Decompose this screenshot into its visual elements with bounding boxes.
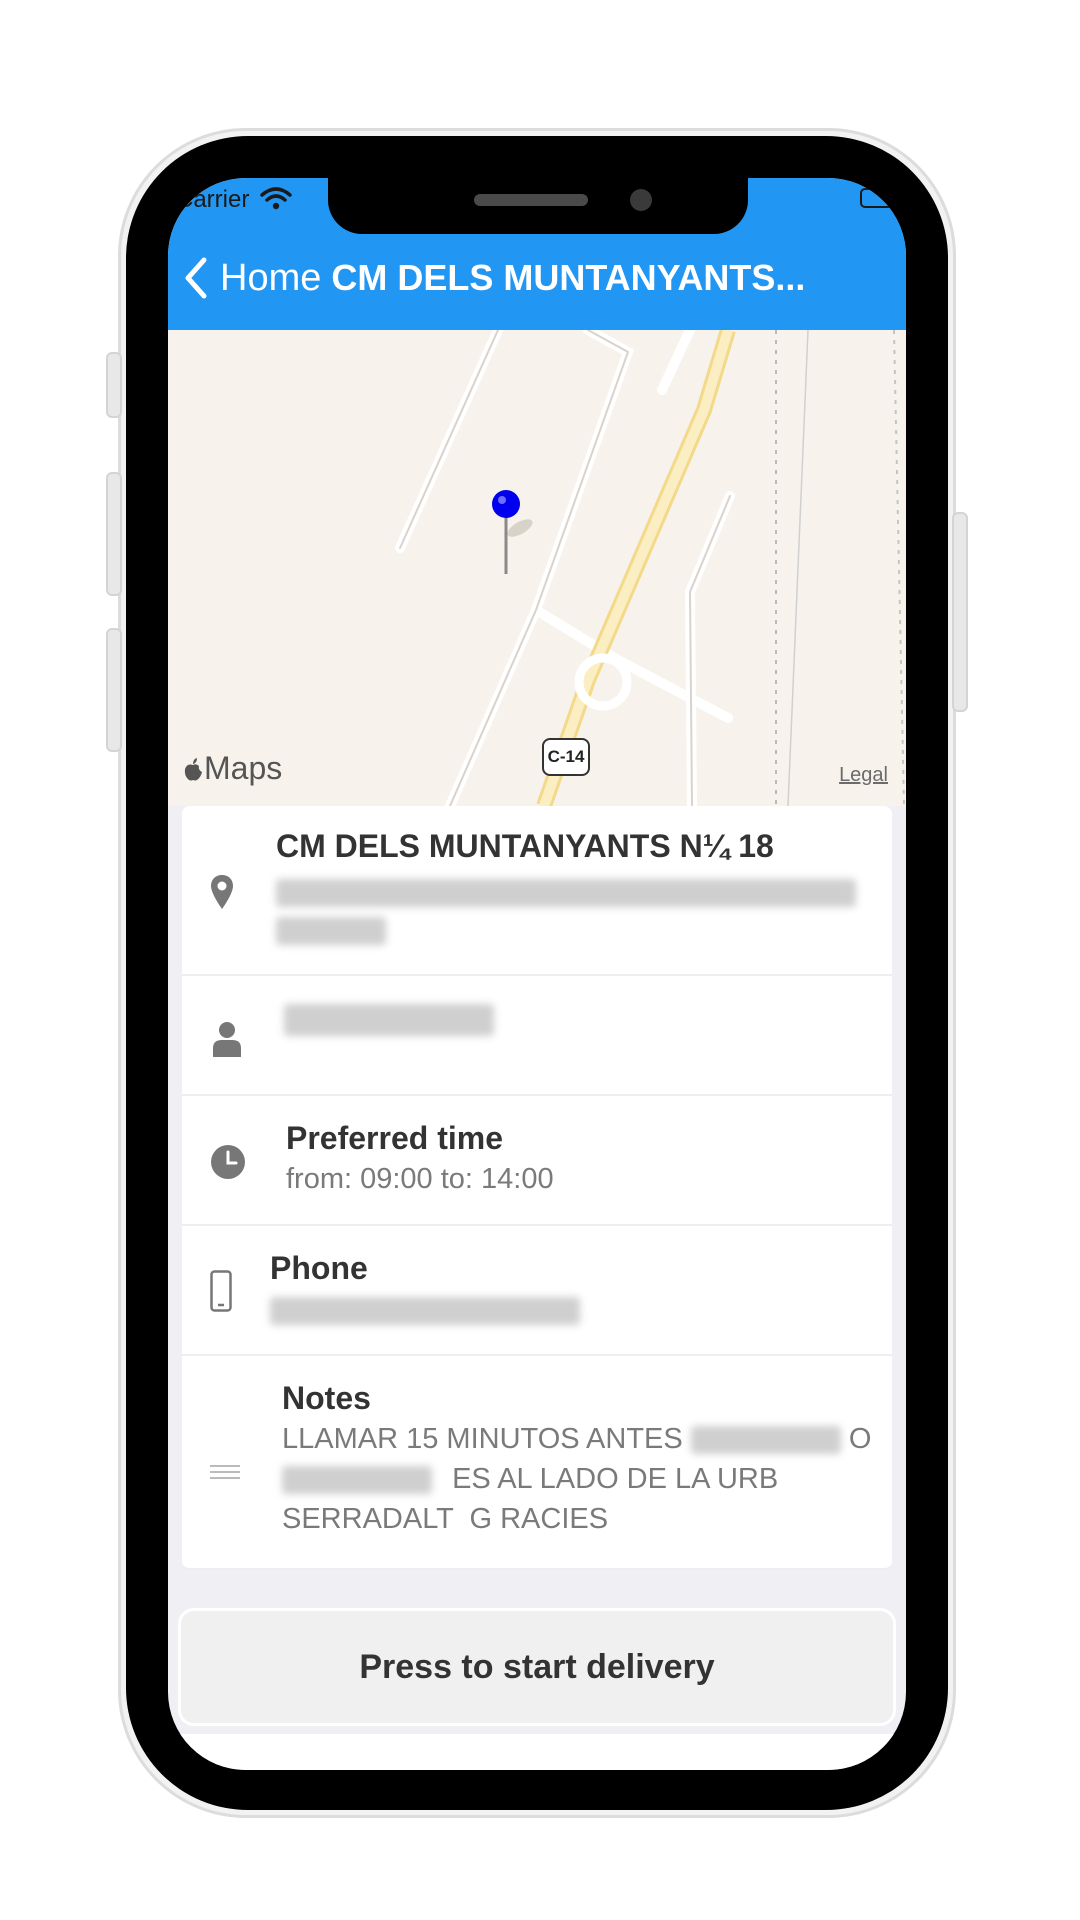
notes-phone-redacted: [690, 1426, 841, 1455]
location-marker-icon[interactable]: [480, 488, 540, 588]
phone-number-redacted: [270, 1297, 580, 1325]
notes-title: Notes: [282, 1380, 371, 1416]
notes-line-1-end: O: [848, 1423, 872, 1455]
notes-line-2-text: ES AL LADO DE LA URB: [452, 1463, 779, 1495]
preferred-time-card[interactable]: Preferred time from: 09:00 to: 14:00: [182, 1096, 892, 1226]
maps-label: Maps: [204, 750, 283, 786]
notes-line-1: LLAMAR 15 MINUTOS ANTES O: [282, 1419, 882, 1459]
delivery-details: CM DELS MUNTANYANTS N¼ 18 Preferred time…: [182, 806, 892, 1570]
bottom-safe-area: [168, 1734, 906, 1770]
back-button[interactable]: Home: [180, 254, 321, 302]
start-delivery-button[interactable]: Press to start delivery: [178, 1608, 896, 1726]
volume-down-button: [106, 628, 122, 752]
address-title: CM DELS MUNTANYANTS N¼ 18: [276, 828, 774, 864]
notes-phone-2-redacted: [282, 1466, 432, 1495]
contact-name-redacted: [284, 1004, 494, 1036]
lines-icon: [210, 1465, 240, 1479]
address-card[interactable]: CM DELS MUNTANYANTS N¼ 18: [182, 806, 892, 976]
clock-icon: [211, 1145, 245, 1179]
battery-icon: [860, 188, 900, 208]
notes-line-3: SERRADALT G RACIES: [282, 1503, 609, 1535]
power-button: [952, 512, 968, 712]
contact-card[interactable]: [182, 976, 892, 1096]
notes-line-2: ES AL LADO DE LA URB: [282, 1459, 882, 1499]
mute-switch: [106, 352, 122, 418]
preferred-time-title: Preferred time: [286, 1120, 503, 1156]
back-label: Home: [220, 256, 322, 299]
wifi-icon: [260, 187, 292, 210]
notes-card[interactable]: Notes LLAMAR 15 MINUTOS ANTES O ES AL LA…: [182, 1356, 892, 1570]
chevron-left-icon: [185, 257, 207, 299]
mobile-phone-icon: [210, 1270, 232, 1312]
phone-title: Phone: [270, 1250, 368, 1286]
carrier-label: Carrier: [176, 186, 250, 213]
address-details-redacted: [276, 879, 876, 945]
person-icon: [213, 1022, 241, 1057]
legal-link[interactable]: Legal: [839, 764, 888, 787]
front-camera: [630, 189, 652, 211]
preferred-time-value: from: 09:00 to: 14:00: [286, 1163, 554, 1195]
nav-bar: Home CM DELS MUNTANYANTS...: [180, 254, 805, 302]
road-badge: C-14: [542, 738, 590, 776]
speaker-grille: [474, 194, 588, 206]
screen: Carrier Home CM DELS MUNTANYANTS... Maps…: [168, 178, 906, 1770]
location-pin-icon: [211, 875, 233, 909]
phone-card[interactable]: Phone: [182, 1226, 892, 1356]
maps-logo: Maps: [182, 750, 282, 787]
map-view[interactable]: Maps C-14 Legal: [168, 330, 906, 806]
notes-line-1-text: LLAMAR 15 MINUTOS ANTES: [282, 1423, 683, 1455]
page-title: CM DELS MUNTANYANTS...: [331, 257, 806, 298]
volume-up-button: [106, 472, 122, 596]
notch: [328, 178, 748, 234]
apple-logo-icon: [184, 757, 202, 780]
